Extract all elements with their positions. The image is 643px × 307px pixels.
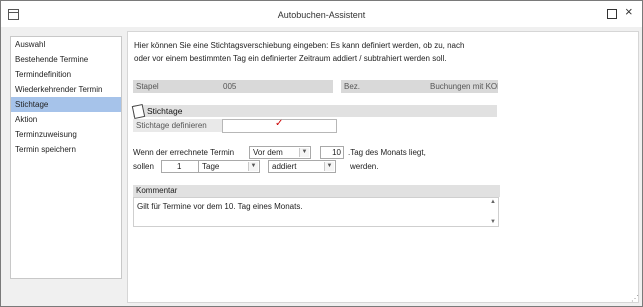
stapel-label: Stapel [136,82,159,91]
nav-item-termindefinition[interactable]: Termindefinition [11,67,121,82]
chevron-down-icon: ▼ [324,162,334,171]
comment-textarea[interactable]: Gilt für Termine vor dem 10. Tag eines M… [133,197,499,227]
bez-value: Buchungen mit KOR [430,82,498,91]
nav-item-auswahl[interactable]: Auswahl [11,37,121,52]
close-icon[interactable]: × [625,5,633,19]
window-title: Autobuchen-Assistent [277,10,366,20]
action-dropdown[interactable]: addiert ▼ [268,160,336,173]
position-dropdown-value: Vor dem [253,148,283,157]
bez-label: Bez. [344,82,361,91]
count-input[interactable]: 1 [161,160,202,173]
action-dropdown-value: addiert [272,162,297,171]
chevron-down-icon: ▼ [299,148,309,157]
nav-item-stichtage[interactable]: Stichtage [11,97,121,112]
stichtage-definieren-label: Stichtage definieren [133,119,226,132]
intro-line-1: Hier können Sie eine Stichtagsverschiebu… [134,41,465,50]
nav-item-wiederkehrender-termin[interactable]: Wiederkehrender Termin [11,82,121,97]
sentence-part-2: .Tag des Monats liegt, [348,148,426,157]
intro-line-2: oder vor einem bestimmten Tag ein defini… [134,54,447,63]
section-title: Stichtage [147,106,183,116]
nav-item-termin-speichern[interactable]: Termin speichern [11,142,121,157]
sentence-part-3: sollen [133,162,154,171]
assistant-window: Autobuchen-Assistent × Auswahl Bestehend… [0,0,643,307]
intro-text: Hier können Sie eine Stichtagsverschiebu… [134,39,494,65]
unit-dropdown-value: Tage [202,162,220,171]
stichtage-definieren-checkbox[interactable]: ✓ [222,118,337,133]
sentence-part-1: Wenn der errechnete Termin [133,148,235,157]
maximize-icon[interactable] [607,9,617,19]
calendar-icon [131,103,146,120]
title-bar: Autobuchen-Assistent × [1,1,642,27]
chevron-down-icon: ▼ [248,162,258,171]
nav-item-aktion[interactable]: Aktion [11,112,121,127]
scroll-down-icon[interactable]: ▼ [490,219,496,225]
resize-grip-icon[interactable]: ⋰ [631,294,639,303]
nav-item-terminzuweisung[interactable]: Terminzuweisung [11,127,121,142]
sentence-part-4: werden. [350,162,379,171]
unit-dropdown[interactable]: Tage ▼ [198,160,260,173]
comment-text: Gilt für Termine vor dem 10. Tag eines M… [137,202,303,211]
stapel-value: 005 [223,82,237,91]
day-input[interactable]: 10 [320,146,344,159]
nav-item-bestehende-termine[interactable]: Bestehende Termine [11,52,121,67]
wizard-nav: Auswahl Bestehende Termine Termindefinit… [10,36,122,279]
content-panel: Hier können Sie eine Stichtagsverschiebu… [127,31,639,303]
scroll-up-icon[interactable]: ▲ [490,199,496,205]
position-dropdown[interactable]: Vor dem ▼ [249,146,311,159]
section-header: Stichtage [131,103,497,120]
comment-header: Kommentar [133,185,500,197]
checkmark-icon: ✓ [275,118,284,129]
